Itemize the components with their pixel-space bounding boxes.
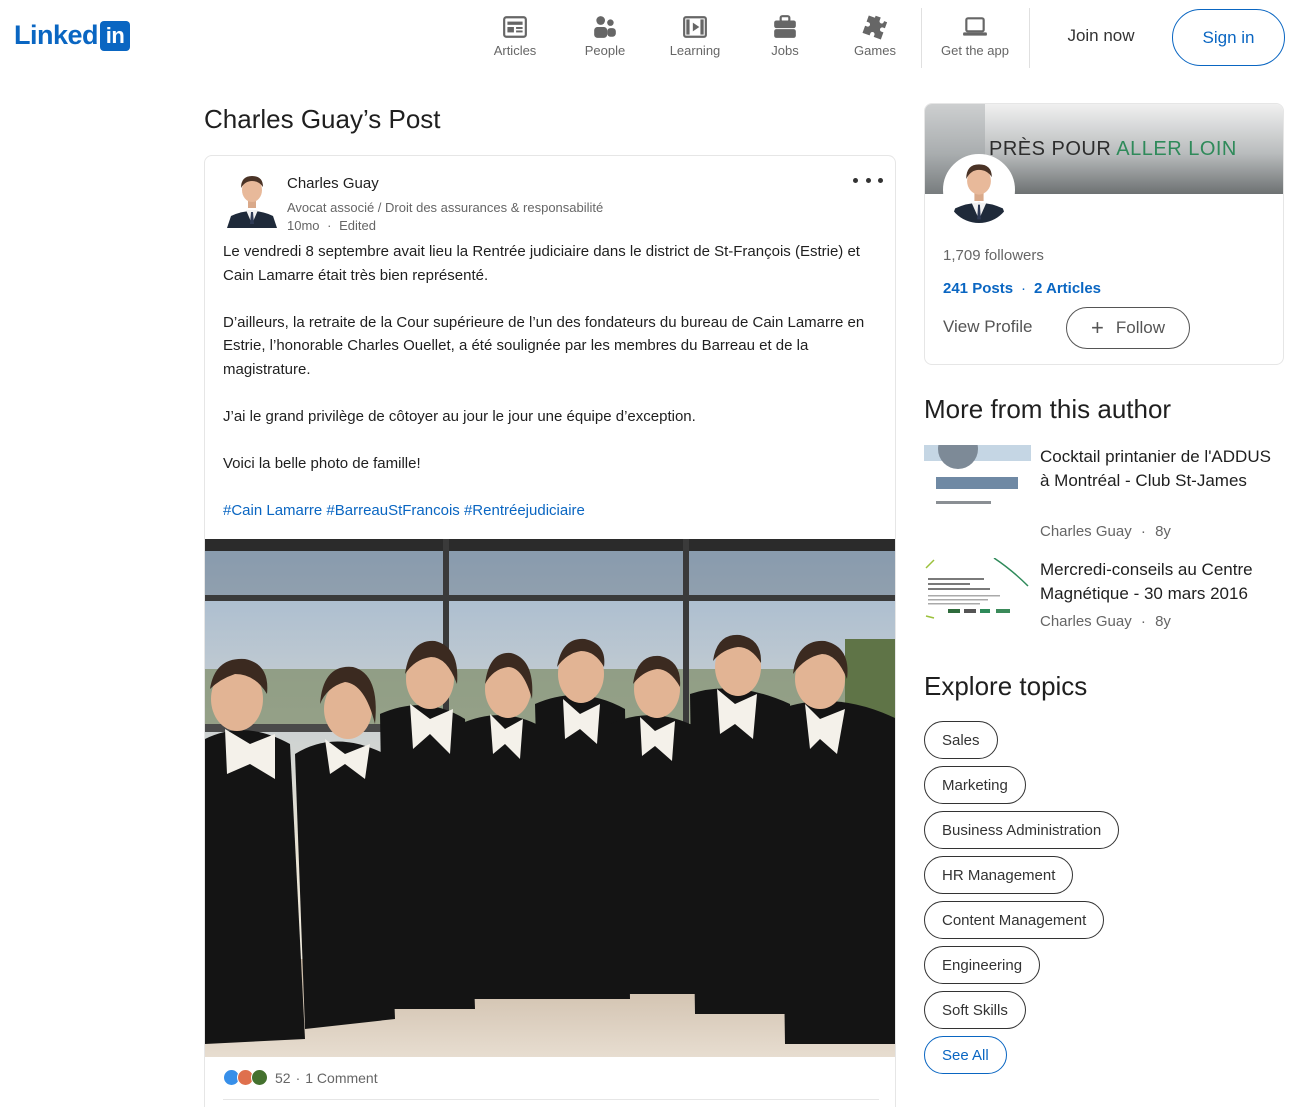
author-meta: Charles Guay Avocat associé / Droit des … <box>287 174 707 235</box>
hashtag-link[interactable]: #Rentréejudiciaire <box>464 502 585 519</box>
nav-divider <box>921 8 922 68</box>
hashtag-link[interactable]: #Cain Lamarre <box>223 502 322 519</box>
separator-dot: · <box>1140 523 1146 540</box>
follow-button[interactable]: + Follow <box>1066 307 1190 349</box>
laptop-icon <box>963 17 987 36</box>
main-nav: Articles People Learning Jobs Games <box>470 14 920 58</box>
sign-in-button[interactable]: Sign in <box>1172 9 1285 66</box>
learning-icon <box>683 16 707 38</box>
get-the-app-link[interactable]: Get the app <box>930 14 1020 58</box>
nav-articles-label: Articles <box>493 43 537 58</box>
explore-topics-heading: Explore topics <box>924 671 1088 701</box>
join-now-link[interactable]: Join now <box>1048 24 1154 48</box>
nav-divider <box>1029 8 1030 68</box>
profile-avatar[interactable] <box>943 154 1015 226</box>
top-header: Linked in Articles People Learning Jobs G… <box>0 0 1292 76</box>
post-timestamp: 10mo · Edited <box>287 217 707 235</box>
author-name[interactable]: Charles Guay <box>287 174 707 194</box>
dot-icon <box>878 177 883 183</box>
logo-badge: in <box>100 20 131 51</box>
separator-dot: · <box>327 218 332 233</box>
topic-pill-business-administration[interactable]: Business Administration <box>924 811 1120 849</box>
follow-label: Follow <box>1115 318 1165 337</box>
jobs-icon <box>774 15 796 38</box>
nav-people-label: People <box>584 43 626 58</box>
cover-text-part: ALLER LOIN <box>1116 138 1237 160</box>
posts-link[interactable]: 241 Posts <box>943 280 1013 297</box>
article-title: Cocktail printanier de l'ADDUS à Montréa… <box>1040 447 1271 490</box>
post-age: 10mo <box>287 218 320 233</box>
reaction-count[interactable]: 52 <box>275 1070 291 1086</box>
nav-games[interactable]: Games <box>830 14 920 58</box>
topic-pill-hr-management[interactable]: HR Management <box>924 856 1074 894</box>
page-title: Charles Guay’s Post <box>204 104 441 134</box>
article-author: Charles Guay <box>1040 523 1132 540</box>
post-body: Le vendredi 8 septembre avait lieu la Re… <box>223 240 879 546</box>
post-paragraph: J’ai le grand privilège de côtoyer au jo… <box>223 407 696 425</box>
article-meta: Charles Guay · 8y <box>1040 523 1171 540</box>
nav-learning-label: Learning <box>669 43 721 58</box>
edited-label: Edited <box>339 218 376 233</box>
topic-pill-content-management[interactable]: Content Management <box>924 901 1105 939</box>
separator-dot: · <box>295 1069 301 1086</box>
topic-pill-marketing[interactable]: Marketing <box>924 766 1026 804</box>
hashtag-link[interactable]: #BarreauStFrancois <box>326 502 459 519</box>
article-author: Charles Guay <box>1040 613 1132 630</box>
post-more-options-button[interactable] <box>853 172 883 188</box>
celebrate-icon <box>251 1069 268 1086</box>
more-from-author-heading: More from this author <box>924 394 1172 424</box>
article-title: Mercredi-conseils au Centre Magnétique -… <box>1040 560 1253 603</box>
nav-jobs[interactable]: Jobs <box>740 14 830 58</box>
logo-text: Linked <box>14 20 99 50</box>
author-avatar[interactable] <box>227 170 277 228</box>
article-card[interactable]: Cocktail printanier de l'ADDUS à Montréa… <box>924 445 1284 545</box>
followers-count: 1,709 followers <box>943 247 1044 264</box>
author-headline: Avocat associé / Droit des assurances & … <box>287 200 604 215</box>
article-thumbnail <box>924 445 1031 511</box>
article-age: 8y <box>1155 523 1171 540</box>
author-profile-card: PRÈS POUR ALLER LOIN 1,709 followers 241… <box>924 103 1284 365</box>
article-meta: Charles Guay · 8y <box>1040 613 1171 630</box>
nav-articles[interactable]: Articles <box>470 14 560 58</box>
post-card: Charles Guay Avocat associé / Droit des … <box>204 155 896 1107</box>
get-the-app-label: Get the app <box>941 43 1009 58</box>
topic-pill-sales[interactable]: Sales <box>924 721 998 759</box>
post-paragraph: D’ailleurs, la retraite de la Cour supér… <box>223 313 865 378</box>
article-thumbnail <box>924 558 1031 624</box>
divider <box>223 1099 879 1100</box>
view-profile-link[interactable]: View Profile <box>943 317 1032 337</box>
article-card[interactable]: Mercredi-conseils au Centre Magnétique -… <box>924 558 1284 638</box>
separator-dot: · <box>1140 613 1146 630</box>
cover-text-part: PRÈS POUR <box>989 138 1117 160</box>
post-hashtags: #Cain Lamarre #BarreauStFrancois #Rentré… <box>223 499 879 523</box>
nav-games-label: Games <box>854 43 896 58</box>
dot-icon <box>853 177 858 183</box>
people-icon <box>594 16 616 38</box>
article-age: 8y <box>1155 613 1171 630</box>
profile-stats: 241 Posts · 2 Articles <box>943 280 1101 297</box>
separator-dot: · <box>1021 280 1027 297</box>
games-icon <box>862 15 888 40</box>
reactions-bar: 52 · 1 Comment <box>223 1069 378 1086</box>
plus-icon: + <box>1091 315 1104 340</box>
topic-pill-engineering[interactable]: Engineering <box>924 946 1041 984</box>
profile-cover-text: PRÈS POUR ALLER LOIN <box>989 138 1237 161</box>
post-author: Charles Guay Avocat associé / Droit des … <box>227 170 603 233</box>
nav-jobs-label: Jobs <box>771 43 799 58</box>
post-photo[interactable] <box>205 539 896 1057</box>
nav-people[interactable]: People <box>560 14 650 58</box>
nav-learning[interactable]: Learning <box>650 14 740 58</box>
see-all-topics-button[interactable]: See All <box>924 1036 1007 1074</box>
post-paragraph: Le vendredi 8 septembre avait lieu la Re… <box>223 243 860 284</box>
articles-icon <box>503 16 527 38</box>
post-paragraph: Voici la belle photo de famille! <box>223 454 421 472</box>
dot-icon <box>865 177 871 183</box>
articles-link[interactable]: 2 Articles <box>1034 280 1101 297</box>
comment-count[interactable]: 1 Comment <box>305 1070 377 1086</box>
linkedin-logo[interactable]: Linked in <box>14 20 131 51</box>
topic-pill-soft-skills[interactable]: Soft Skills <box>924 991 1026 1029</box>
